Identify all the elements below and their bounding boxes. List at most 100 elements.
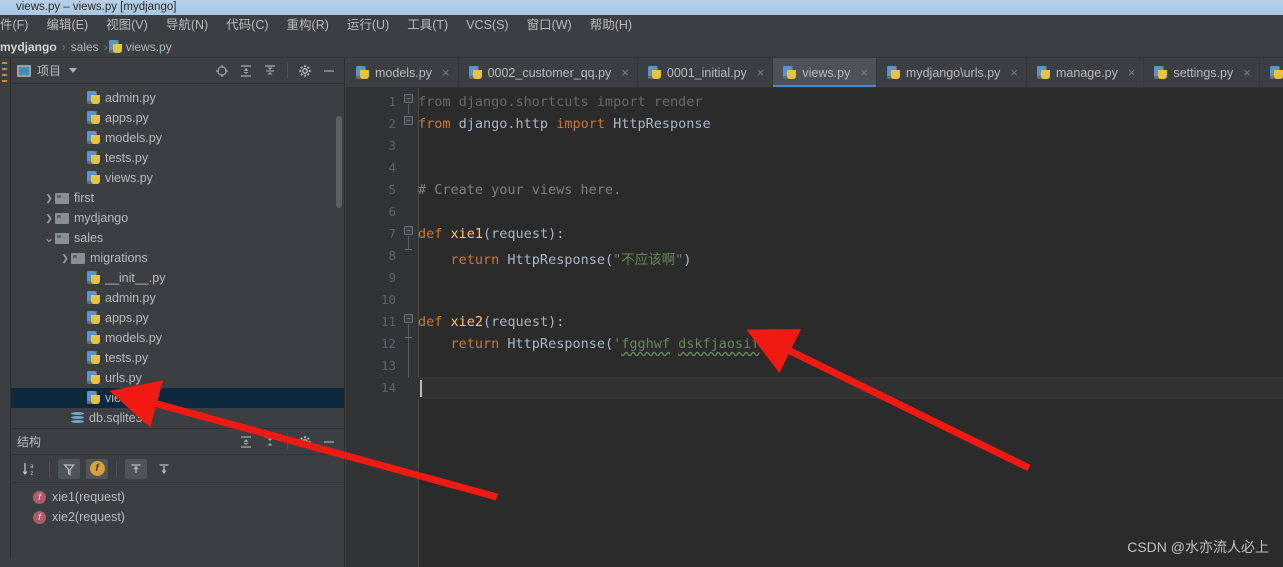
structure-item[interactable]: f xie1(request)	[11, 487, 344, 507]
tree-item-apps-py[interactable]: apps.py	[11, 308, 344, 328]
tree-item-tests-py[interactable]: tests.py	[11, 148, 344, 168]
line-number: 9	[388, 270, 396, 285]
code-token: from django.shortcuts import render	[418, 94, 703, 110]
tree-item-urls-py[interactable]: urls.py	[11, 368, 344, 388]
structure-item[interactable]: f xie2(request)	[11, 507, 344, 527]
fold-marker-icon[interactable]: −	[404, 116, 413, 125]
tree-item-apps-py[interactable]: apps.py	[11, 108, 344, 128]
breadcrumb-folder[interactable]: sales	[67, 40, 103, 54]
breadcrumb-project[interactable]: mydjango	[0, 40, 61, 54]
structure-list[interactable]: f xie1(request) f xie2(request)	[11, 483, 344, 527]
locate-icon[interactable]	[215, 64, 229, 78]
fold-bar	[408, 236, 409, 250]
project-tab-icon[interactable]	[17, 64, 31, 77]
menu-item-2[interactable]: 视图(V)	[97, 15, 157, 36]
tree-item-migrations[interactable]: ❯ migrations	[11, 248, 344, 268]
tree-item-db-sqlite3[interactable]: db.sqlite3	[11, 408, 344, 428]
editor-tab-settings-py[interactable]: settings.py ×	[1144, 58, 1260, 87]
editor-tab-0001-initial-py[interactable]: 0001_initial.py ×	[638, 58, 774, 87]
close-icon[interactable]: ×	[860, 65, 868, 80]
tree-item-admin-py[interactable]: admin.py	[11, 88, 344, 108]
tree-item-admin-py[interactable]: admin.py	[11, 288, 344, 308]
menu-item-5[interactable]: 重构(R)	[278, 15, 338, 36]
fold-marker-icon[interactable]: −	[404, 94, 413, 103]
expand-all-icon[interactable]	[239, 64, 253, 78]
tree-item-sales[interactable]: ⌄ sales	[11, 228, 344, 248]
collapse-all-icon[interactable]	[263, 64, 277, 78]
left-tool-strip	[0, 58, 11, 567]
editor-tab-label: manage.py	[1056, 65, 1118, 80]
editor-tab-models-py[interactable]: models.py ×	[346, 58, 459, 87]
menu-bar: 件(F) 编辑(E) 视图(V) 导航(N) 代码(C) 重构(R) 运行(U) 工具(T) V…	[0, 15, 1283, 36]
menu-item-9[interactable]: 窗口(W)	[518, 15, 581, 36]
editor-tab-0002-customer-qq-py[interactable]: 0002_customer_qq.py ×	[459, 58, 638, 87]
chevron-right-icon[interactable]: ❯	[59, 253, 71, 264]
folder-icon	[55, 232, 69, 244]
tree-item--init-py[interactable]: __init__.py	[11, 268, 344, 288]
project-tree[interactable]: admin.py apps.py models.py tests.py views.py…	[11, 84, 344, 428]
close-icon[interactable]: ×	[621, 65, 629, 80]
menu-item-7[interactable]: 工具(T)	[398, 15, 457, 36]
tree-item-tests-py[interactable]: tests.py	[11, 348, 344, 368]
tree-item-models-py[interactable]: models.py	[11, 328, 344, 348]
code-text-area[interactable]: from django.shortcuts import render from …	[418, 88, 1283, 567]
editor-tab-manage-py[interactable]: manage.py ×	[1027, 58, 1145, 87]
filter-inherited-icon[interactable]	[58, 458, 80, 479]
minimize-icon[interactable]	[322, 435, 336, 449]
python-file-icon	[783, 65, 797, 80]
close-icon[interactable]: ×	[757, 65, 765, 80]
collapse-all-icon[interactable]	[263, 435, 277, 449]
python-file-icon	[468, 65, 482, 80]
menu-item-4[interactable]: 代码(C)	[217, 15, 277, 36]
menu-item-8[interactable]: VCS(S)	[457, 15, 517, 36]
project-panel: 项目 admin.py apps.py models.py tests.py v…	[11, 58, 345, 428]
editor-tab-mydjango-urls-py[interactable]: mydjango\urls.py ×	[877, 58, 1028, 87]
editor-tab-views-py[interactable]: views.py ×	[773, 58, 877, 87]
menu-item-3[interactable]: 导航(N)	[157, 15, 217, 36]
tree-item-views-py[interactable]: views.py	[11, 388, 344, 408]
tree-item-label: models.py	[105, 131, 162, 145]
sort-alphabetically-icon[interactable]: az	[19, 459, 41, 479]
code-line-1: from django.shortcuts import render	[418, 94, 702, 110]
show-fields-icon[interactable]: f	[86, 458, 108, 479]
tree-item-label: apps.py	[105, 111, 149, 125]
menu-item-6[interactable]: 运行(U)	[338, 15, 398, 36]
gear-icon[interactable]	[298, 435, 312, 449]
tree-item-label: mydjango	[74, 211, 129, 225]
tree-item-mydjango[interactable]: ❯ mydjango	[11, 208, 344, 228]
tree-item-label: __init__.py	[105, 271, 166, 285]
code-editor[interactable]: 1 2 3 4 5 6 7 8 9 10 11 12 13 14 − − − − from django.…	[346, 88, 1283, 567]
project-panel-header: 项目	[11, 58, 344, 84]
tree-item-views-py[interactable]: views.py	[11, 168, 344, 188]
chevron-down-icon[interactable]: ⌄	[43, 231, 55, 244]
chevron-right-icon[interactable]: ❯	[43, 213, 55, 224]
close-icon[interactable]: ×	[1128, 65, 1136, 80]
tree-item-models-py[interactable]: models.py	[11, 128, 344, 148]
collapse-all-icon[interactable]	[153, 459, 175, 479]
breadcrumb-file[interactable]: views.py	[108, 39, 172, 54]
chevron-right-icon[interactable]: ❯	[43, 193, 55, 204]
fold-marker-icon[interactable]: −	[404, 314, 413, 323]
menu-item-1[interactable]: 编辑(E)	[37, 15, 97, 36]
code-token: xie2	[450, 314, 484, 330]
editor-fold-gutter[interactable]	[402, 88, 418, 567]
code-line-11: def xie2(request):	[418, 314, 564, 330]
fold-marker-icon[interactable]: −	[404, 226, 413, 235]
close-icon[interactable]: ×	[1243, 65, 1251, 80]
menu-item-0[interactable]: 件(F)	[0, 15, 37, 36]
close-icon[interactable]: ×	[1010, 65, 1018, 80]
close-icon[interactable]: ×	[442, 65, 450, 80]
gear-icon[interactable]	[298, 64, 312, 78]
expand-all-icon[interactable]	[239, 435, 253, 449]
line-number: 8	[388, 248, 396, 263]
tree-item-first[interactable]: ❯ first	[11, 188, 344, 208]
expand-all-icon[interactable]	[125, 458, 147, 479]
project-tree-scrollbar[interactable]	[336, 116, 342, 208]
editor-tab-sal[interactable]: sal	[1260, 58, 1283, 87]
chevron-down-icon[interactable]	[69, 68, 78, 73]
minimize-icon[interactable]	[322, 64, 336, 78]
menu-item-10[interactable]: 帮助(H)	[581, 15, 641, 36]
